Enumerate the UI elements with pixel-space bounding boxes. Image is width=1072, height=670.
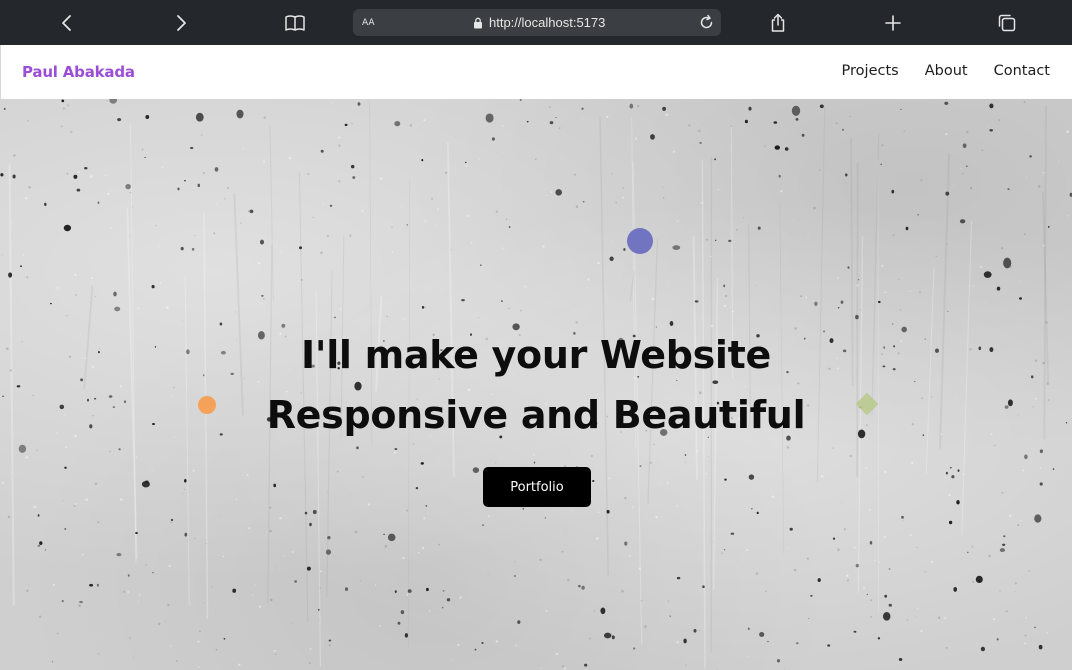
- chevron-right-icon: [177, 15, 186, 31]
- nav-link-projects[interactable]: Projects: [842, 63, 899, 79]
- hero-title-line2: Responsive and Beautiful: [266, 393, 806, 437]
- back-button[interactable]: [52, 8, 82, 38]
- text-size-button[interactable]: AA: [362, 15, 375, 28]
- book-icon: [285, 15, 305, 31]
- decorative-circle-blue: [627, 228, 653, 254]
- chevron-left-icon: [62, 15, 71, 31]
- tabs-overview-button[interactable]: [992, 8, 1022, 38]
- nav-link-contact[interactable]: Contact: [994, 63, 1050, 79]
- new-tab-button[interactable]: [878, 8, 908, 38]
- text-size-small: A: [368, 18, 375, 28]
- hero-title-line1: I'll make your Website: [301, 333, 771, 377]
- tabs-icon: [998, 14, 1016, 32]
- web-page: Paul Abakada Projects About Contact I'll…: [0, 45, 1072, 670]
- share-button[interactable]: [763, 8, 793, 38]
- plus-icon: [885, 15, 901, 31]
- hero-title: I'll make your Website Responsive and Be…: [0, 325, 1072, 445]
- brand-logo-text[interactable]: Paul Abakada: [22, 63, 135, 81]
- hero-section: I'll make your Website Responsive and Be…: [0, 99, 1072, 670]
- reload-icon[interactable]: [698, 14, 715, 31]
- nav-links: Projects About Contact: [842, 63, 1050, 79]
- reader-button[interactable]: [280, 8, 310, 38]
- site-navbar: Paul Abakada Projects About Contact: [0, 45, 1072, 99]
- portfolio-button[interactable]: Portfolio: [483, 467, 591, 507]
- url-text: http://localhost:5173: [489, 15, 606, 30]
- share-icon: [771, 13, 785, 32]
- nav-link-about[interactable]: About: [925, 63, 968, 79]
- lock-icon: [474, 17, 482, 28]
- address-bar[interactable]: AA http://localhost:5173: [353, 9, 721, 36]
- forward-button[interactable]: [166, 8, 196, 38]
- browser-toolbar: AA http://localhost:5173: [0, 0, 1072, 45]
